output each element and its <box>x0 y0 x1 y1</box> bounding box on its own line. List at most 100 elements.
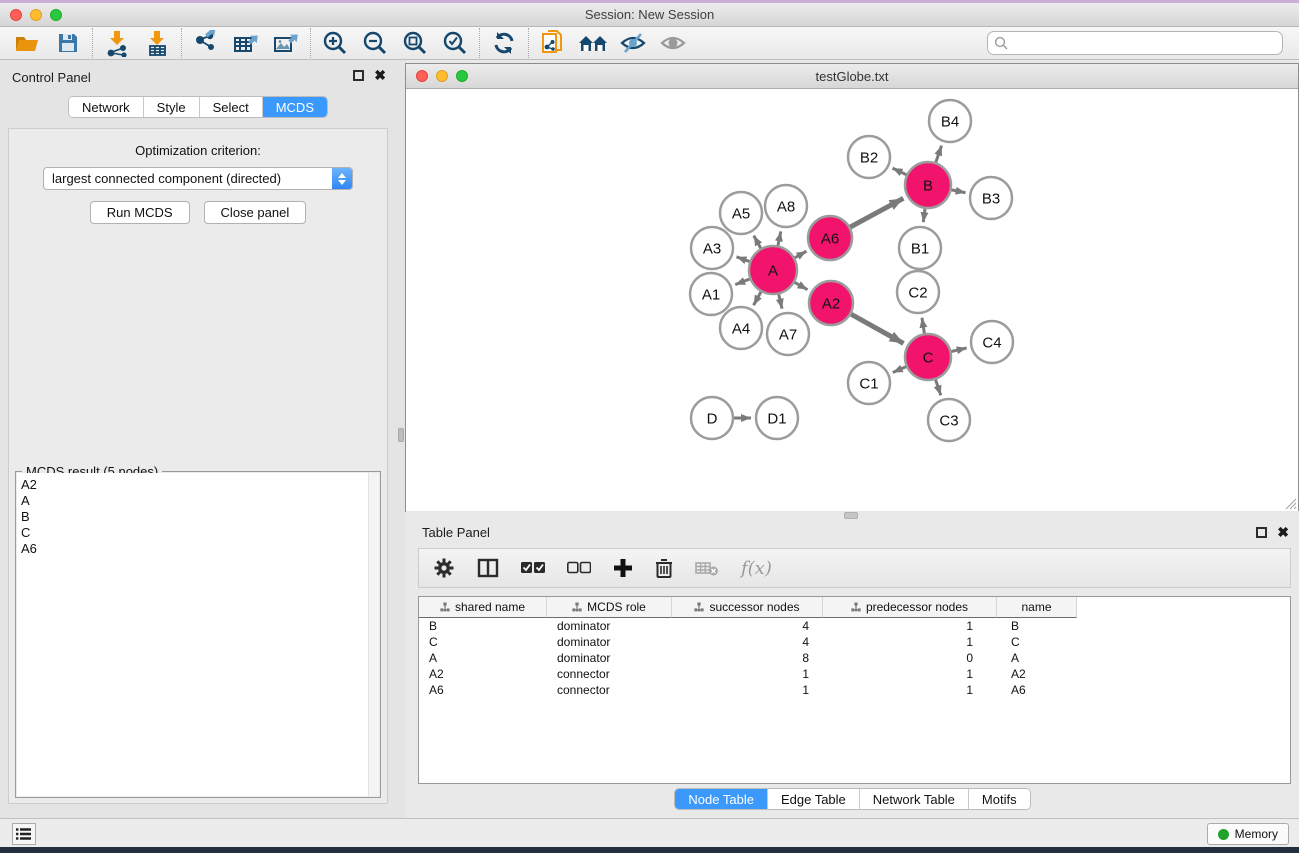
graph-node-B3[interactable]: B3 <box>970 177 1012 219</box>
table-cell[interactable]: A2 <box>419 666 547 682</box>
table-cell[interactable]: C <box>419 634 547 650</box>
graph-node-A6[interactable]: A6 <box>808 216 852 260</box>
column-header-shared-name[interactable]: shared name <box>419 597 547 618</box>
network-canvas[interactable]: B4B2BB3A5A8A6B1A3AC2A1A2A4A7C4CC1C3DD1 <box>407 90 1297 510</box>
search-input[interactable] <box>987 31 1283 55</box>
table-cell[interactable]: 1 <box>823 666 997 682</box>
table-cell[interactable]: 1 <box>672 682 823 698</box>
zoom-out-button[interactable] <box>355 28 395 58</box>
float-panel-icon[interactable] <box>1256 527 1267 538</box>
table-cell[interactable]: A6 <box>419 682 547 698</box>
table-cell[interactable]: A6 <box>997 682 1077 698</box>
tab-network[interactable]: Network <box>69 97 144 117</box>
table-cell[interactable]: dominator <box>547 634 672 650</box>
table-row[interactable]: Cdominator41C <box>419 634 1290 650</box>
table-cell[interactable]: B <box>419 618 547 634</box>
result-list-item[interactable]: B <box>21 509 379 525</box>
table-cell[interactable]: dominator <box>547 650 672 666</box>
table-cell[interactable]: C <box>997 634 1077 650</box>
divider-grip[interactable] <box>398 428 404 442</box>
add-column-button[interactable] <box>613 558 633 578</box>
close-panel-button[interactable]: Close panel <box>204 201 307 224</box>
select-all-button[interactable] <box>521 561 545 575</box>
hide-selected-button[interactable] <box>613 28 653 58</box>
tab-edge-table[interactable]: Edge Table <box>768 789 860 809</box>
result-list-item[interactable]: C <box>21 525 379 541</box>
memory-button[interactable]: Memory <box>1207 823 1289 845</box>
save-session-button[interactable] <box>48 28 88 58</box>
table-cell[interactable]: 0 <box>823 650 997 666</box>
delete-column-button[interactable] <box>655 558 673 578</box>
graph-node-A8[interactable]: A8 <box>765 185 807 227</box>
table-cell[interactable]: 1 <box>672 666 823 682</box>
graph-node-B1[interactable]: B1 <box>899 227 941 269</box>
table-cell[interactable]: 4 <box>672 618 823 634</box>
table-cell[interactable]: B <box>997 618 1077 634</box>
graph-node-A4[interactable]: A4 <box>720 307 762 349</box>
result-list-item[interactable]: A2 <box>21 477 379 493</box>
tab-select[interactable]: Select <box>200 97 263 117</box>
open-session-button[interactable] <box>8 28 48 58</box>
graph-node-B4[interactable]: B4 <box>929 100 971 142</box>
close-panel-icon[interactable]: ✖ <box>1277 527 1289 538</box>
graph-node-A1[interactable]: A1 <box>690 273 732 315</box>
horizontal-split-divider[interactable] <box>406 511 1299 520</box>
mcds-result-list[interactable]: A2ABCA6 <box>17 473 379 796</box>
import-table-button[interactable] <box>137 28 177 58</box>
export-image-button[interactable] <box>266 28 306 58</box>
graph-node-A[interactable]: A <box>749 246 797 294</box>
tab-mcds[interactable]: MCDS <box>263 97 327 117</box>
graph-node-D1[interactable]: D1 <box>756 397 798 439</box>
tab-style[interactable]: Style <box>144 97 200 117</box>
import-network-button[interactable] <box>97 28 137 58</box>
result-list-item[interactable]: A6 <box>21 541 379 557</box>
graph-node-D[interactable]: D <box>691 397 733 439</box>
table-cell[interactable]: 4 <box>672 634 823 650</box>
divider-grip[interactable] <box>844 512 858 519</box>
table-row[interactable]: Bdominator41B <box>419 618 1290 634</box>
table-cell[interactable]: connector <box>547 682 672 698</box>
result-list-scrollbar[interactable] <box>368 473 379 796</box>
zoom-in-button[interactable] <box>315 28 355 58</box>
table-cell[interactable]: A <box>419 650 547 666</box>
table-cell[interactable]: 1 <box>823 682 997 698</box>
node-table[interactable]: shared nameMCDS rolesuccessor nodesprede… <box>418 596 1291 784</box>
graph-node-A3[interactable]: A3 <box>691 227 733 269</box>
tab-motifs[interactable]: Motifs <box>969 789 1030 809</box>
table-cell[interactable]: 1 <box>823 618 997 634</box>
table-row[interactable]: Adominator80A <box>419 650 1290 666</box>
graph-node-B[interactable]: B <box>905 162 951 208</box>
table-cell[interactable]: 1 <box>823 634 997 650</box>
tab-node-table[interactable]: Node Table <box>675 789 768 809</box>
graph-node-C[interactable]: C <box>905 334 951 380</box>
table-row[interactable]: A6connector11A6 <box>419 682 1290 698</box>
float-panel-icon[interactable] <box>353 70 364 81</box>
table-cell[interactable]: connector <box>547 666 672 682</box>
graph-node-C4[interactable]: C4 <box>971 321 1013 363</box>
table-cell[interactable]: A2 <box>997 666 1077 682</box>
show-all-button[interactable] <box>653 28 693 58</box>
column-header-MCDS-role[interactable]: MCDS role <box>547 597 672 618</box>
table-cell[interactable]: 8 <box>672 650 823 666</box>
table-settings-button[interactable] <box>433 557 455 579</box>
column-header-successor-nodes[interactable]: successor nodes <box>672 597 823 618</box>
table-cell[interactable]: dominator <box>547 618 672 634</box>
graph-node-C3[interactable]: C3 <box>928 399 970 441</box>
show-column-button[interactable] <box>477 557 499 579</box>
window-resize-grip[interactable] <box>1283 496 1297 510</box>
first-neighbors-button[interactable] <box>573 28 613 58</box>
task-history-button[interactable] <box>12 823 36 845</box>
run-mcds-button[interactable]: Run MCDS <box>90 201 190 224</box>
column-header-predecessor-nodes[interactable]: predecessor nodes <box>823 597 997 618</box>
refresh-button[interactable] <box>484 28 524 58</box>
export-table-button[interactable] <box>226 28 266 58</box>
deselect-all-button[interactable] <box>567 561 591 575</box>
column-header-name[interactable]: name <box>997 597 1077 618</box>
zoom-fit-button[interactable] <box>395 28 435 58</box>
table-row[interactable]: A2connector11A2 <box>419 666 1290 682</box>
zoom-selected-button[interactable] <box>435 28 475 58</box>
graph-node-C1[interactable]: C1 <box>848 362 890 404</box>
graph-node-A5[interactable]: A5 <box>720 192 762 234</box>
tab-network-table[interactable]: Network Table <box>860 789 969 809</box>
network-window-titlebar[interactable]: testGlobe.txt <box>406 64 1298 89</box>
